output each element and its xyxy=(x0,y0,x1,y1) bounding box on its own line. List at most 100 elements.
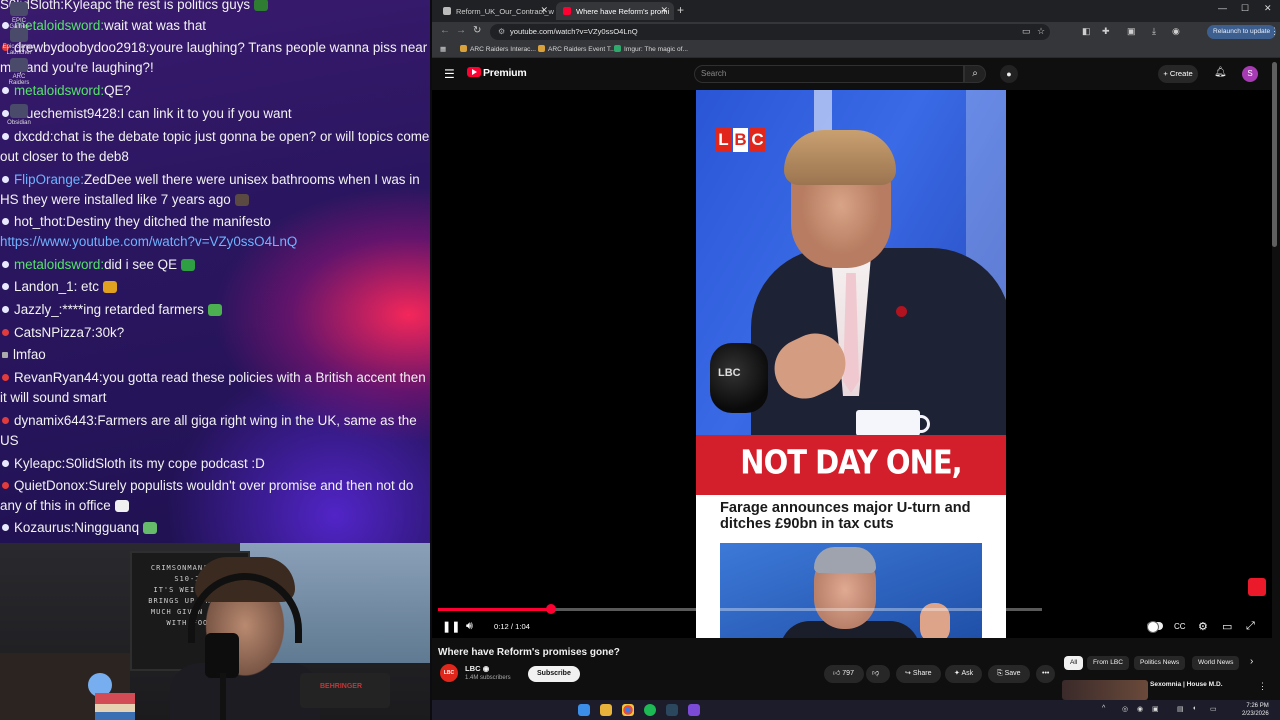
chip-world-news[interactable]: World News xyxy=(1192,656,1240,670)
bookmark-star-icon[interactable]: ☆ xyxy=(1037,26,1045,37)
progress-bar[interactable] xyxy=(438,604,1042,614)
cast-icon[interactable]: ▭ xyxy=(1022,26,1031,37)
bookmark-item[interactable]: ARC Raiders Event T... xyxy=(538,45,616,53)
site-info-icon[interactable]: ⚙ xyxy=(498,27,505,36)
autoplay-toggle[interactable] xyxy=(1147,621,1163,633)
tray-icon[interactable]: ^ xyxy=(1102,705,1105,712)
fullscreen-icon[interactable]: ⤢ xyxy=(1246,620,1255,633)
ask-button[interactable]: ✦ Ask xyxy=(945,665,983,683)
chat-username[interactable]: RevanRyan44: xyxy=(14,370,103,385)
desktop-shortcut-icon[interactable]: EPIC Games xyxy=(2,2,36,30)
audio-interface: BEHRINGER xyxy=(300,673,390,708)
minimize-button[interactable]: — xyxy=(1218,3,1227,13)
volume-tray-icon[interactable]: ◖ xyxy=(1192,705,1196,712)
chat-link[interactable]: https://www.youtube.com/watch?v=VZy0ssO4… xyxy=(0,234,297,249)
tray-app-icon[interactable]: ◉ xyxy=(1137,705,1143,713)
search-icon: ⌕ xyxy=(972,68,978,79)
subscribe-button[interactable]: Subscribe xyxy=(528,666,580,682)
reload-icon[interactable]: ↻ xyxy=(473,25,481,36)
avatar[interactable]: S xyxy=(1242,66,1258,82)
forward-icon[interactable]: → xyxy=(456,25,466,36)
chip-from-lbc[interactable]: From LBC xyxy=(1087,656,1130,670)
file-explorer-icon[interactable] xyxy=(600,704,612,716)
obsidian-icon[interactable] xyxy=(688,704,700,716)
hamburger-menu-icon[interactable]: ☰ xyxy=(444,67,455,81)
menu-kebab-icon[interactable]: ⋮ xyxy=(1270,26,1279,37)
channel-avatar[interactable]: LBC xyxy=(440,664,458,682)
close-window-button[interactable]: ✕ xyxy=(1264,3,1272,14)
apps-grid-icon[interactable]: ▦ xyxy=(440,45,446,53)
channel-name[interactable]: LBC ◉ xyxy=(465,664,489,673)
chat-message: Bluechemist9428:I can link it to you if … xyxy=(0,104,430,124)
chat-username[interactable]: FlipOrange: xyxy=(14,172,84,187)
pause-icon[interactable]: ❚❚ xyxy=(442,620,460,633)
page-scrollbar[interactable] xyxy=(1272,62,1277,247)
sidepanel-icon[interactable]: ▣ xyxy=(1127,26,1136,37)
save-button[interactable]: ⎘ Save xyxy=(988,665,1030,683)
video-player[interactable]: LBC LBC NOT DAY ONE, Farage announces ma… xyxy=(432,90,1272,638)
search-button[interactable]: ⌕ xyxy=(964,65,986,83)
tab-youtube-video[interactable]: Where have Reform's promi ✕ xyxy=(556,2,674,20)
system-clock[interactable]: 7:26 PM 2/23/2026 xyxy=(1242,702,1269,718)
tray-app-icon[interactable]: ▣ xyxy=(1152,705,1159,713)
close-tab-icon[interactable]: ✕ xyxy=(540,5,548,16)
bookmark-item[interactable]: Imgur: The magic of... xyxy=(614,45,688,53)
recommended-title[interactable]: Sexomnia | House M.D. xyxy=(1150,681,1223,688)
extension-icon[interactable]: ◧ xyxy=(1082,26,1091,37)
chrome-icon[interactable] xyxy=(622,704,634,716)
chat-username[interactable]: Landon_1: xyxy=(14,279,77,294)
like-button[interactable]: 👍︎ 797 xyxy=(824,665,864,683)
chat-username[interactable]: dxcdd: xyxy=(14,129,53,144)
notifications-bell-icon[interactable]: 🔔︎ xyxy=(1214,67,1227,78)
scrubber-handle[interactable] xyxy=(546,604,557,614)
chat-text: 30k? xyxy=(95,325,125,340)
close-tab-icon[interactable]: ✕ xyxy=(660,5,668,16)
chat-username[interactable]: Jazzly_: xyxy=(14,302,62,317)
bookmark-item[interactable]: ARC Raiders Interac... xyxy=(460,45,536,53)
youtube-brand-label[interactable]: Premium xyxy=(483,67,527,79)
chevron-right-icon[interactable]: › xyxy=(1250,656,1253,667)
captions-icon[interactable]: CC xyxy=(1174,622,1186,631)
new-tab-button[interactable]: + xyxy=(677,3,684,17)
relaunch-to-update-button[interactable]: Relaunch to update xyxy=(1207,25,1277,39)
subscribe-watermark-icon[interactable] xyxy=(1248,578,1266,596)
start-menu-icon[interactable] xyxy=(578,704,590,716)
chip-all[interactable]: All xyxy=(1064,656,1084,670)
voice-search-button[interactable]: ● xyxy=(1000,65,1018,83)
more-actions-button[interactable]: ••• xyxy=(1036,665,1056,683)
chat-username[interactable]: Kyleapc: xyxy=(14,456,65,471)
desktop-shortcut-icon[interactable]: Obsidian xyxy=(2,104,36,126)
chat-username[interactable]: Kozaurus: xyxy=(14,520,74,535)
settings-gear-icon[interactable]: ⚙ xyxy=(1198,620,1208,633)
desktop-shortcut-icon[interactable]: Epic Games Launcher xyxy=(2,28,36,56)
theater-mode-icon[interactable]: ▭ xyxy=(1222,620,1232,633)
tray-app-icon[interactable]: ◎ xyxy=(1122,705,1128,713)
battery-icon[interactable]: ▭ xyxy=(1210,705,1217,713)
profile-icon[interactable]: ◉ xyxy=(1172,26,1180,37)
chat-username[interactable]: metaloidsword: xyxy=(14,257,104,272)
spotify-icon[interactable] xyxy=(644,704,656,716)
youtube-logo-icon[interactable] xyxy=(467,67,481,77)
tab-reform-contract[interactable]: Reform_UK_Our_Contract_with_ ✕ xyxy=(436,2,554,20)
network-icon[interactable]: ▤ xyxy=(1177,705,1184,713)
address-bar[interactable]: ⚙ youtube.com/watch?v=VZy0ssO4LnQ xyxy=(490,24,1050,40)
dislike-button[interactable]: 👎︎ xyxy=(866,665,890,683)
chat-username[interactable]: hot_thot: xyxy=(14,214,66,229)
volume-icon[interactable]: 🔊︎ xyxy=(466,620,473,633)
recommended-menu-icon[interactable]: ⋮ xyxy=(1258,681,1267,692)
create-button[interactable]: + Create xyxy=(1158,65,1198,83)
share-button[interactable]: ↪ Share xyxy=(896,665,941,683)
download-icon[interactable]: ⤓ xyxy=(1152,26,1156,37)
recommended-thumbnail[interactable] xyxy=(1062,680,1148,700)
desktop-shortcut-icon[interactable]: ARC Raiders xyxy=(2,58,36,86)
bookmark-label: Imgur: The magic of... xyxy=(624,46,689,53)
back-icon[interactable]: ← xyxy=(440,25,450,36)
extensions-puzzle-icon[interactable]: ✚ xyxy=(1102,26,1110,37)
chat-username[interactable]: QuietDonox: xyxy=(14,478,88,493)
steam-icon[interactable] xyxy=(666,704,678,716)
chip-politics-news[interactable]: Politics News xyxy=(1134,656,1186,670)
chat-username[interactable]: dynamix6443: xyxy=(14,413,97,428)
search-input[interactable]: Search xyxy=(694,65,964,83)
maximize-button[interactable]: ☐ xyxy=(1241,3,1249,14)
chat-username[interactable]: CatsNPizza7: xyxy=(14,325,95,340)
